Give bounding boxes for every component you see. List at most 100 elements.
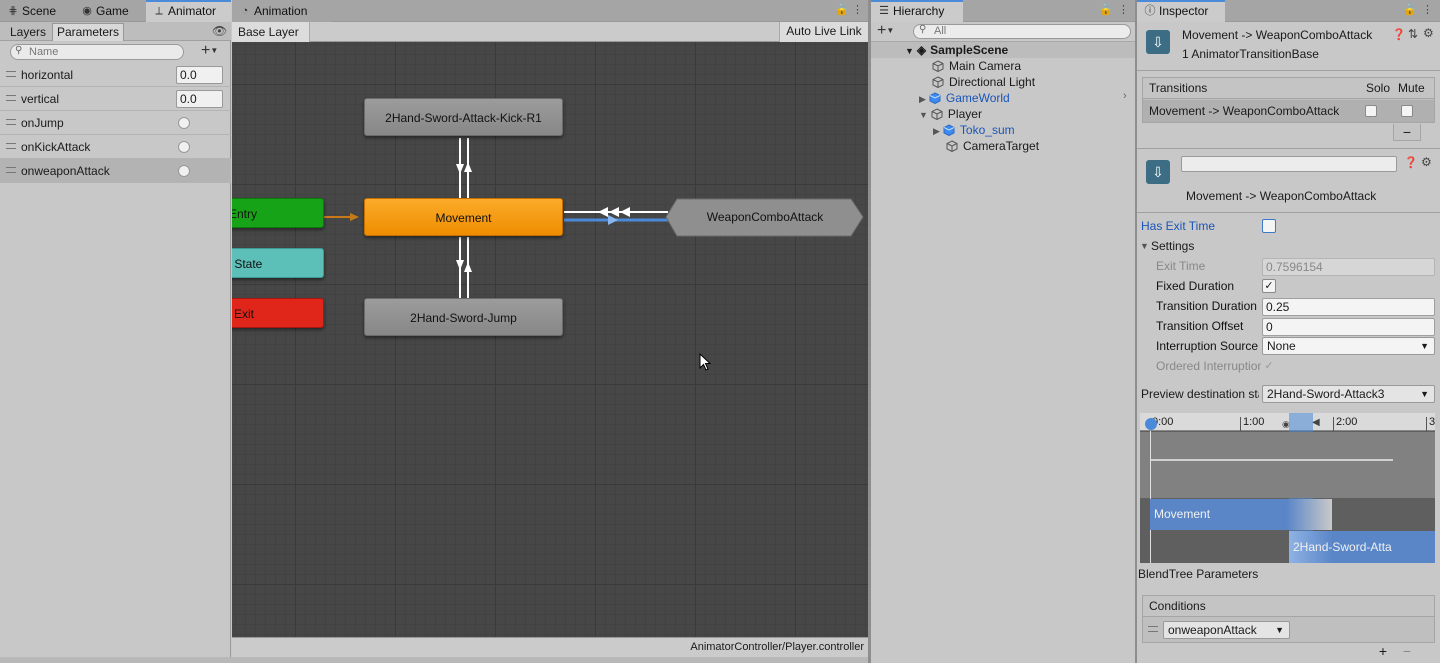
transition-offset-field[interactable]: 0 — [1262, 318, 1435, 336]
timeline-dest-clip[interactable]: 2Hand-Sword-Atta — [1289, 531, 1435, 563]
state-node-movement[interactable]: Movement — [364, 198, 563, 236]
param-row-horizontal[interactable]: horizontal 0.0 — [0, 63, 231, 87]
auto-live-link-toggle[interactable]: Auto Live Link — [779, 22, 868, 42]
state-node-kick[interactable]: 2Hand-Sword-Attack-Kick-R1 — [364, 98, 563, 136]
transition-icon: ⇩ — [1146, 160, 1170, 184]
divider — [1137, 148, 1440, 149]
tab-game[interactable]: ◉ Game — [74, 0, 144, 22]
more-menu-icon[interactable]: ⋮ — [1118, 3, 1129, 16]
param-value-input[interactable]: 0.0 — [176, 66, 223, 84]
add-object-button[interactable]: +▼ — [877, 22, 894, 40]
settings-foldout-arrow-icon[interactable]: ▼ — [1140, 241, 1149, 251]
end-marker-icon[interactable]: ◀ — [1312, 417, 1320, 428]
add-parameter-button[interactable]: +▼ — [201, 42, 229, 60]
tab-animation[interactable]: ◔ Animation — [232, 0, 332, 22]
tab-layers[interactable]: Layers — [4, 24, 52, 41]
presets-icon[interactable]: ⇅ — [1408, 27, 1418, 41]
tab-scene[interactable]: ⋕ Scene — [0, 0, 72, 22]
hierarchy-item-cameratarget[interactable]: CameraTarget — [946, 138, 1039, 154]
drag-handle-icon[interactable] — [6, 119, 16, 125]
lock-icon[interactable]: 🔒 — [835, 3, 849, 16]
hierarchy-item-directional-light[interactable]: Directional Light — [932, 74, 1035, 90]
interruption-source-dropdown[interactable]: None ▼ — [1262, 337, 1435, 355]
timeline-source-clip[interactable]: Movement — [1150, 499, 1332, 530]
playhead-marker-icon[interactable] — [1145, 418, 1157, 430]
timeline-ruler[interactable]: 0:00 1:00 2:00 3 ◉ ◀ — [1140, 413, 1435, 431]
param-row-onweaponattack[interactable]: onweaponAttack — [0, 159, 231, 183]
more-menu-icon[interactable]: ⋮ — [1422, 3, 1433, 16]
exit-time-label: Exit Time — [1156, 259, 1206, 273]
drag-handle-icon[interactable] — [6, 71, 16, 77]
hierarchy-item-player[interactable]: ▼ Player — [919, 106, 982, 122]
hierarchy-item-samplescene[interactable]: ▼ ◈ SampleScene — [905, 42, 1008, 58]
add-condition-button[interactable]: + — [1372, 643, 1394, 661]
breadcrumb-label: Base Layer — [238, 25, 299, 39]
tab-inspector[interactable]: ⓘ Inspector — [1137, 0, 1225, 22]
param-row-onkickattack[interactable]: onKickAttack — [0, 135, 231, 159]
trigger-radio[interactable] — [178, 141, 190, 153]
has-exit-time-checkbox[interactable] — [1262, 219, 1276, 233]
arrow-head-icon — [464, 262, 472, 272]
breadcrumb[interactable]: Base Layer — [232, 22, 310, 42]
expand-arrow-icon[interactable]: ▼ — [905, 46, 914, 56]
expand-arrow-icon[interactable]: ▶ — [919, 94, 926, 104]
state-node-jump[interactable]: 2Hand-Sword-Jump — [364, 298, 563, 336]
expand-arrow-icon[interactable]: ▶ — [933, 126, 940, 136]
solo-checkbox[interactable] — [1365, 105, 1377, 117]
state-node-exit[interactable]: Exit — [232, 298, 324, 328]
hierarchy-item-main-camera[interactable]: Main Camera — [932, 58, 1021, 74]
hierarchy-item-toko-sum[interactable]: ▶ Toko_sum — [933, 122, 1015, 138]
tick-mark — [1240, 417, 1241, 431]
help-icon[interactable]: ❓ — [1404, 156, 1418, 169]
transition-row[interactable]: Movement -> WeaponComboAttack — [1143, 100, 1434, 122]
state-node-any-state[interactable]: y State — [232, 248, 324, 278]
search-icon: ⚲ — [919, 24, 927, 35]
lock-icon[interactable]: 🔒 — [1099, 3, 1113, 16]
more-menu-icon[interactable]: ⋮ — [852, 3, 863, 16]
expand-arrow-icon[interactable]: ▼ — [919, 110, 928, 120]
playhead-line — [1150, 431, 1151, 563]
tab-parameters[interactable]: Parameters — [52, 23, 124, 41]
ordered-interruption-label: Ordered Interruption — [1156, 359, 1261, 373]
param-row-onjump[interactable]: onJump — [0, 111, 231, 135]
state-node-combo[interactable]: WeaponComboAttack — [665, 198, 865, 237]
search-placeholder: Name — [29, 46, 59, 58]
drag-handle-icon[interactable] — [6, 167, 16, 173]
param-row-vertical[interactable]: vertical 0.0 — [0, 87, 231, 111]
transition-duration-field[interactable]: 0.25 — [1262, 298, 1435, 316]
arrow-head-icon — [350, 213, 359, 221]
tab-animator[interactable]: ⟂ Animator — [146, 0, 231, 22]
ordered-interruption-checkbox: ✓ — [1264, 360, 1274, 372]
drag-handle-icon[interactable] — [6, 95, 16, 101]
drag-handle-icon[interactable] — [6, 143, 16, 149]
param-search-input[interactable]: ⚲ Name — [10, 44, 184, 60]
trigger-radio[interactable] — [178, 165, 190, 177]
settings-foldout[interactable]: Settings — [1151, 239, 1194, 253]
gameobject-cube-icon — [931, 108, 943, 120]
transition-timeline[interactable]: 0:00 1:00 2:00 3 ◉ ◀ Movement 2Hand-Swor… — [1140, 413, 1435, 563]
drag-handle-icon[interactable] — [1148, 626, 1158, 632]
eye-icon[interactable]: 👁 — [212, 24, 227, 38]
remove-condition-button[interactable]: − — [1396, 643, 1418, 661]
trigger-radio[interactable] — [178, 117, 190, 129]
hierarchy-item-gameworld[interactable]: ▶ GameWorld — [919, 90, 1010, 106]
hierarchy-panel: +▼ ⚲ All ▼ ◈ SampleScene Main Camera Direc… — [871, 22, 1135, 663]
arrow-head-icon — [464, 162, 472, 172]
gear-icon[interactable]: ⚙ — [1423, 26, 1434, 40]
preview-destination-dropdown[interactable]: 2Hand-Sword-Attack3 ▼ — [1262, 385, 1435, 403]
state-machine-graph[interactable]: 2Hand-Sword-Attack-Kick-R1 Movement 2Han… — [232, 42, 868, 637]
state-node-entry[interactable]: Entry — [232, 198, 324, 228]
help-icon[interactable]: ❓ — [1392, 28, 1406, 41]
transition-name-input[interactable] — [1181, 156, 1397, 172]
fixed-duration-checkbox[interactable]: ✓ — [1262, 279, 1276, 293]
condition-parameter-dropdown[interactable]: onweaponAttack ▼ — [1163, 621, 1290, 639]
lock-icon[interactable]: 🔒 — [1403, 3, 1417, 16]
chevron-right-icon[interactable]: › — [1123, 90, 1127, 102]
conditions-header-label: Conditions — [1149, 599, 1206, 613]
hierarchy-search-input[interactable]: ⚲ All — [913, 24, 1131, 39]
remove-transition-button[interactable]: − — [1393, 124, 1421, 141]
gear-icon[interactable]: ⚙ — [1421, 155, 1432, 169]
mute-checkbox[interactable] — [1401, 105, 1413, 117]
param-value-input[interactable]: 0.0 — [176, 90, 223, 108]
tab-hierarchy[interactable]: ☰ Hierarchy — [871, 0, 963, 22]
